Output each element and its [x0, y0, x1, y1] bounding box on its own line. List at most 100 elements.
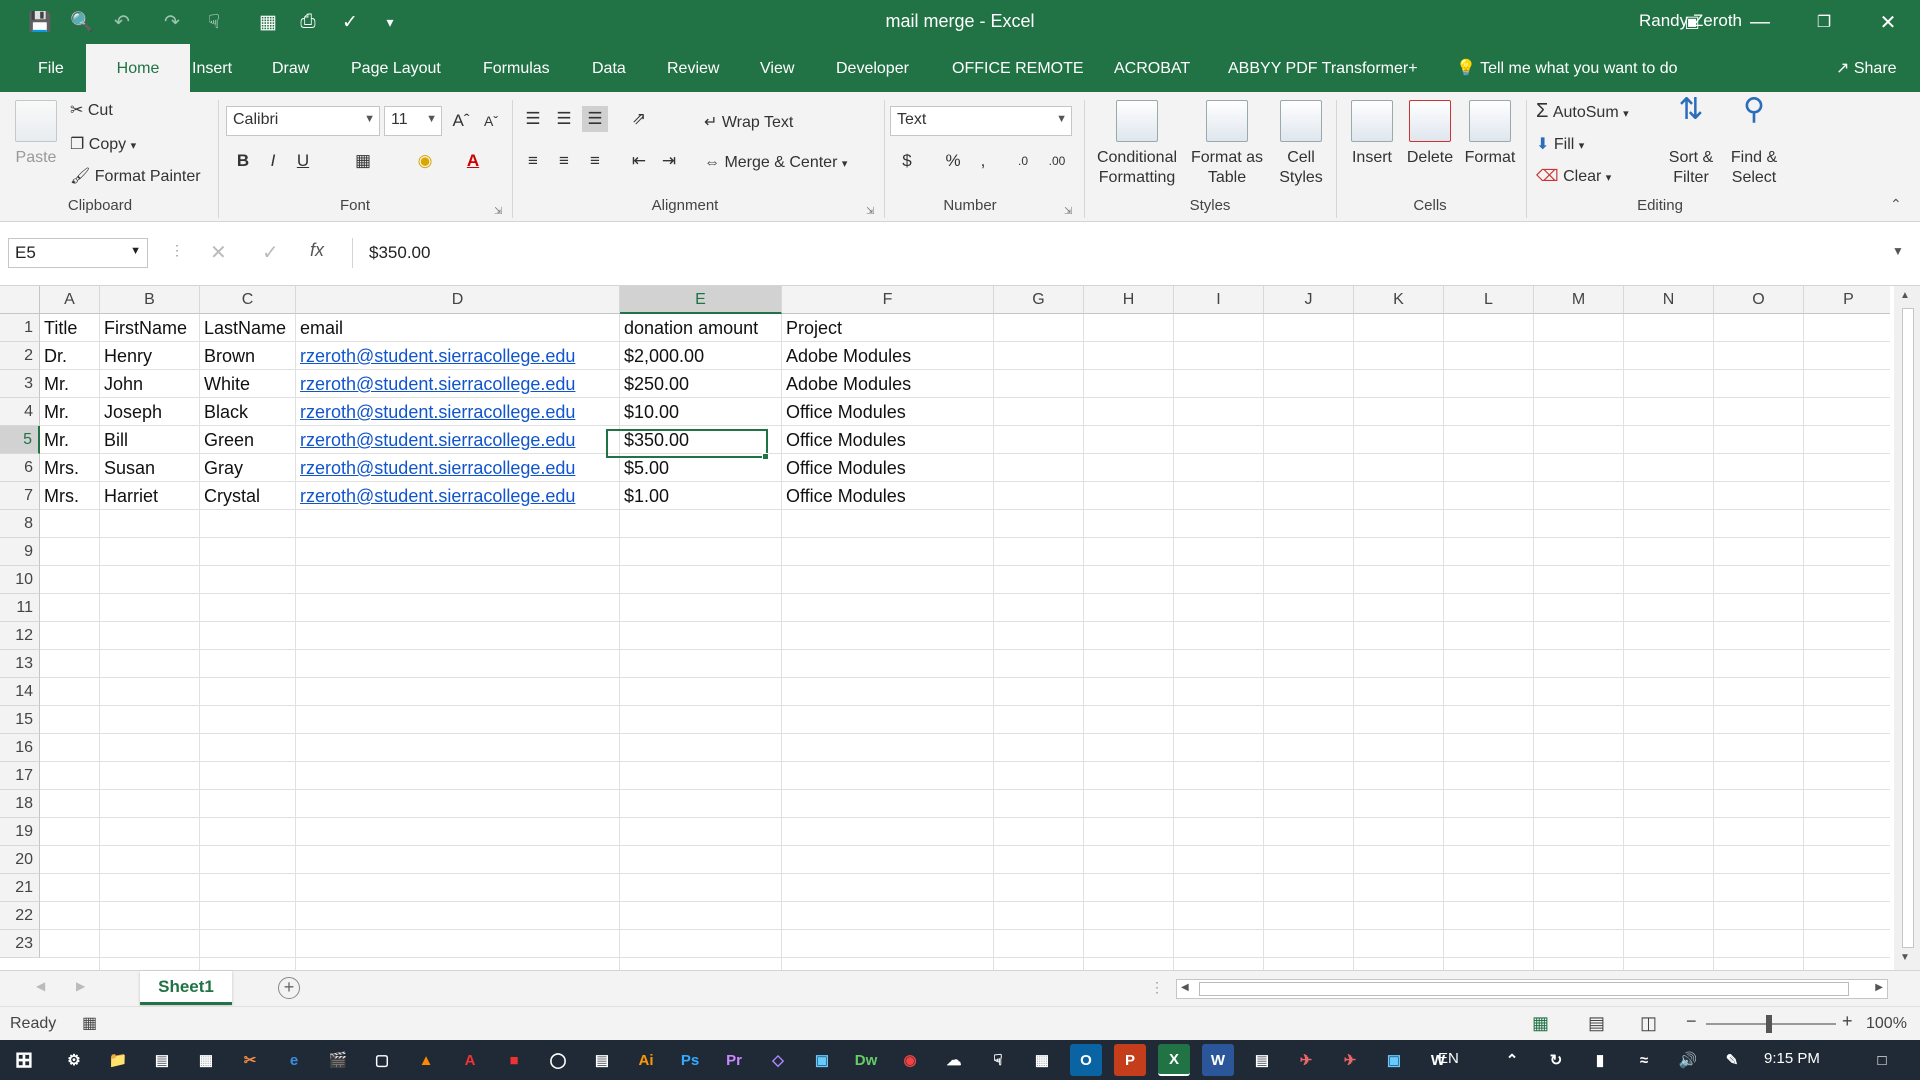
column-header[interactable]: P	[1804, 286, 1890, 314]
table-cell[interactable]: Office Modules	[782, 426, 994, 454]
insert-cells-button[interactable]: Insert	[1344, 100, 1400, 168]
table-cell[interactable]: Crystal	[200, 482, 296, 510]
email-link[interactable]: rzeroth@student.sierracollege.edu	[296, 482, 620, 510]
tab-data[interactable]: Data	[578, 44, 640, 92]
column-header[interactable]: H	[1084, 286, 1174, 314]
header-cell[interactable]: Title	[40, 314, 100, 342]
decrease-decimal-icon[interactable]: .00	[1044, 148, 1070, 174]
row-header[interactable]: 22	[0, 902, 40, 930]
percent-style-button[interactable]: %	[940, 148, 966, 174]
font-size-combo[interactable]: 11 ▼	[384, 106, 442, 136]
delete-cells-button[interactable]: Delete	[1402, 100, 1458, 168]
table-cell[interactable]: Office Modules	[782, 454, 994, 482]
app-icon[interactable]: ✈	[1334, 1044, 1366, 1076]
comma-style-button[interactable]: ,	[970, 148, 996, 174]
column-header[interactable]: J	[1264, 286, 1354, 314]
table-cell[interactable]: Black	[200, 398, 296, 426]
macro-record-icon[interactable]: ▦	[82, 1013, 97, 1033]
action-center-icon[interactable]: □	[1866, 1044, 1898, 1076]
wrap-text-button[interactable]: ↵ Wrap Text	[704, 112, 793, 132]
app-icon[interactable]: ▣	[806, 1044, 838, 1076]
align-left-icon[interactable]: ≡	[520, 148, 546, 174]
app-icon[interactable]: ▤	[1246, 1044, 1278, 1076]
table-cell[interactable]: White	[200, 370, 296, 398]
column-header[interactable]: I	[1174, 286, 1264, 314]
row-header[interactable]: 7	[0, 482, 40, 510]
page-layout-view-icon[interactable]: ▤	[1588, 1013, 1605, 1034]
column-header[interactable]: O	[1714, 286, 1804, 314]
chrome-icon[interactable]: ◯	[542, 1044, 574, 1076]
table-cell[interactable]: Office Modules	[782, 398, 994, 426]
merge-center-button[interactable]: ⇔ Merge & Center ▾	[704, 154, 847, 172]
row-header[interactable]: 11	[0, 594, 40, 622]
tab-page-layout[interactable]: Page Layout	[337, 44, 455, 92]
table-cell[interactable]: Brown	[200, 342, 296, 370]
scroll-left-icon[interactable]: ◀	[1181, 982, 1189, 993]
table-cell[interactable]: Joseph	[100, 398, 200, 426]
row-header[interactable]: 1	[0, 314, 40, 342]
decrease-indent-icon[interactable]: ⇤	[626, 148, 652, 174]
zoom-slider-thumb[interactable]	[1766, 1015, 1772, 1033]
app-icon[interactable]: ■	[498, 1044, 530, 1076]
row-header[interactable]: 9	[0, 538, 40, 566]
increase-indent-icon[interactable]: ⇥	[656, 148, 682, 174]
align-top-icon[interactable]: ☰	[520, 106, 546, 132]
edge-icon[interactable]: e	[278, 1044, 310, 1076]
row-header[interactable]: 21	[0, 874, 40, 902]
scroll-thumb[interactable]	[1902, 308, 1914, 948]
media-icon[interactable]: 🎬	[322, 1044, 354, 1076]
increase-decimal-icon[interactable]: .0	[1010, 148, 1036, 174]
tab-abbyy[interactable]: ABBYY PDF Transformer+	[1214, 44, 1432, 92]
app-icon[interactable]: ◇	[762, 1044, 794, 1076]
email-link[interactable]: rzeroth@student.sierracollege.edu	[296, 370, 620, 398]
copy-button[interactable]: ❐ Copy ▾	[70, 134, 136, 154]
number-format-combo[interactable]: Text ▼	[890, 106, 1072, 136]
find-select-button[interactable]: ⚲ Find & Select	[1724, 95, 1784, 188]
zoom-out-icon[interactable]: −	[1686, 1011, 1697, 1032]
grow-font-icon[interactable]: Aˆ	[448, 108, 474, 134]
table-cell[interactable]: Office Modules	[782, 482, 994, 510]
header-cell[interactable]: FirstName	[100, 314, 200, 342]
share-button[interactable]: ↗ Share	[1836, 44, 1897, 92]
tab-insert[interactable]: Insert	[178, 44, 246, 92]
table-cell[interactable]: Adobe Modules	[782, 370, 994, 398]
row-header[interactable]: 8	[0, 510, 40, 538]
tab-formulas[interactable]: Formulas	[469, 44, 564, 92]
tab-view[interactable]: View	[746, 44, 808, 92]
row-header[interactable]: 4	[0, 398, 40, 426]
table-cell[interactable]: Susan	[100, 454, 200, 482]
align-bottom-icon[interactable]: ☰	[582, 106, 608, 132]
collapse-ribbon-icon[interactable]: ⌃	[1890, 196, 1902, 213]
fill-button[interactable]: ⬇ Fill ▾	[1536, 134, 1584, 154]
acrobat-icon[interactable]: A	[454, 1044, 486, 1076]
row-header[interactable]: 12	[0, 622, 40, 650]
table-cell[interactable]: John	[100, 370, 200, 398]
next-sheet-icon[interactable]: ▶	[76, 979, 85, 993]
column-header[interactable]: B	[100, 286, 200, 314]
conditional-formatting-button[interactable]: Conditional Formatting	[1090, 100, 1184, 188]
tell-me-search[interactable]: 💡 Tell me what you want to do	[1456, 44, 1678, 92]
zoom-in-icon[interactable]: +	[1842, 1011, 1853, 1032]
tab-acrobat[interactable]: ACROBAT	[1100, 44, 1204, 92]
scroll-up-icon[interactable]: ▲	[1900, 290, 1910, 301]
app-icon[interactable]: ☟	[982, 1044, 1014, 1076]
scroll-down-icon[interactable]: ▼	[1900, 952, 1910, 963]
font-name-combo[interactable]: Calibri ▼	[226, 106, 380, 136]
header-cell[interactable]: donation amount	[620, 314, 782, 342]
tab-draw[interactable]: Draw	[258, 44, 323, 92]
email-link[interactable]: rzeroth@student.sierracollege.edu	[296, 454, 620, 482]
ribbon-display-icon[interactable]: ▣	[1660, 0, 1724, 44]
paste-button[interactable]: Paste	[10, 100, 62, 168]
cancel-icon[interactable]: ✕	[210, 240, 227, 265]
email-link[interactable]: rzeroth@student.sierracollege.edu	[296, 398, 620, 426]
vlc-icon[interactable]: ▲	[410, 1044, 442, 1076]
column-header[interactable]: F	[782, 286, 994, 314]
zoom-level[interactable]: 100%	[1866, 1015, 1907, 1033]
tab-office-remote[interactable]: OFFICE REMOTE	[938, 44, 1098, 92]
volume-icon[interactable]: 🔊	[1672, 1044, 1704, 1076]
snipping-tool-icon[interactable]: ✂	[234, 1044, 266, 1076]
row-header[interactable]: 3	[0, 370, 40, 398]
enter-icon[interactable]: ✓	[262, 240, 279, 265]
app-icon[interactable]: ▦	[1026, 1044, 1058, 1076]
sort-filter-button[interactable]: ⇅ Sort & Filter	[1660, 95, 1722, 188]
